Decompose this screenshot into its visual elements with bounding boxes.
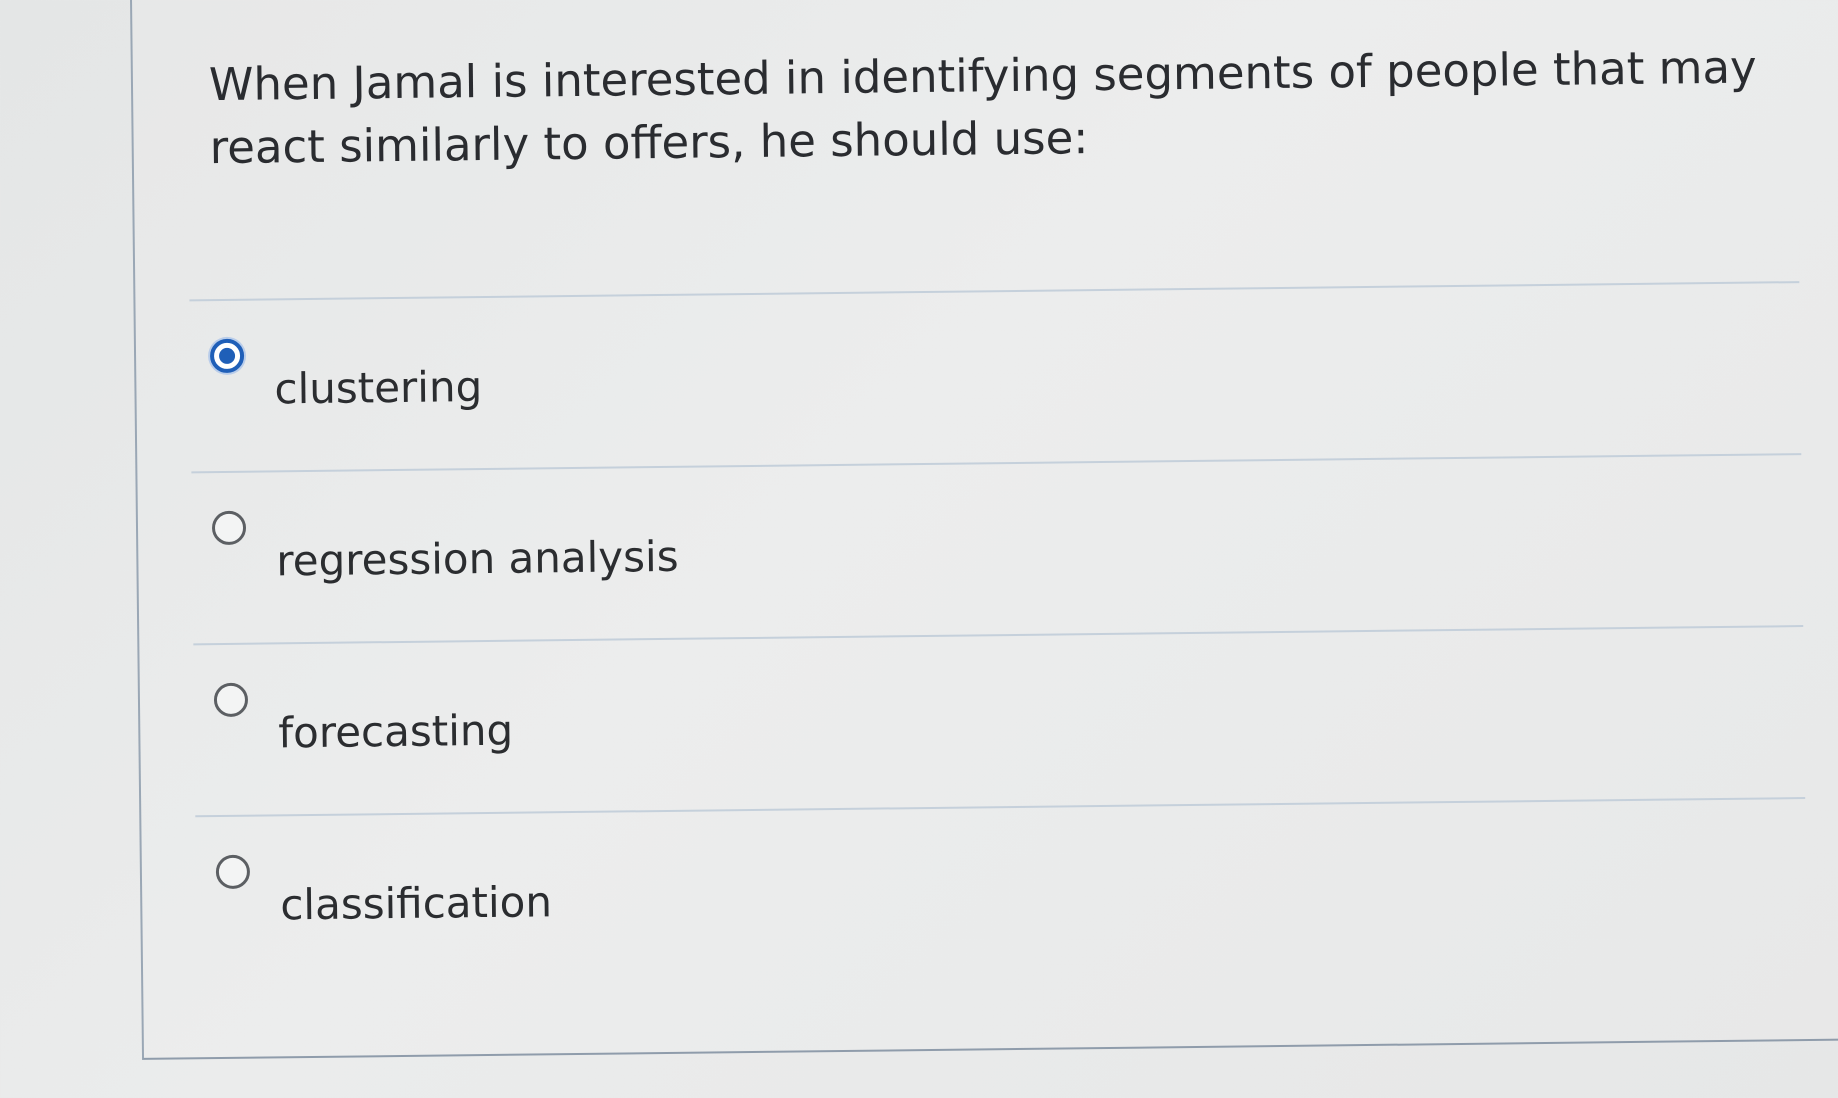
- question-text: When Jamal is interested in identifying …: [208, 40, 1757, 175]
- answer-option-classification[interactable]: classification: [195, 797, 1808, 988]
- question-card: When Jamal is interested in identifying …: [130, 0, 1838, 1060]
- radio-unselected-icon[interactable]: [211, 510, 247, 546]
- answer-list: clustering regression analysis forecasti…: [189, 281, 1808, 988]
- answer-option-clustering[interactable]: clustering: [189, 281, 1802, 472]
- radio-unselected-icon[interactable]: [213, 682, 249, 718]
- answer-label[interactable]: forecasting: [278, 706, 513, 759]
- answer-option-forecasting[interactable]: forecasting: [193, 625, 1806, 816]
- quiz-screen: When Jamal is interested in identifying …: [0, 0, 1838, 1098]
- answer-label[interactable]: clustering: [274, 362, 482, 414]
- radio-selected-icon[interactable]: [209, 338, 245, 374]
- answer-label[interactable]: regression analysis: [276, 532, 679, 587]
- radio-unselected-icon[interactable]: [215, 854, 251, 890]
- answer-label[interactable]: classification: [280, 877, 552, 930]
- answer-option-regression-analysis[interactable]: regression analysis: [191, 453, 1804, 644]
